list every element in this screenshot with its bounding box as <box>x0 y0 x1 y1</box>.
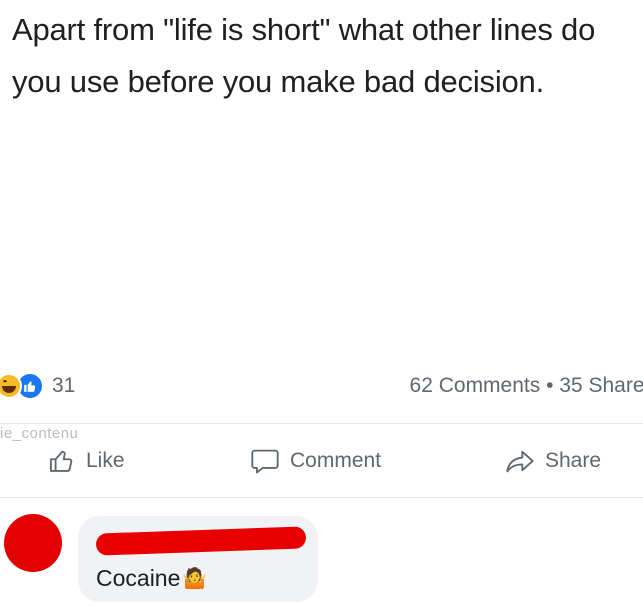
post-stats: 31 62 Comments • 35 Shares <box>0 366 643 406</box>
commenter-avatar[interactable] <box>4 514 62 572</box>
comment-bubble: Cocaine 🤷 <box>78 516 318 602</box>
comment-label: Comment <box>290 449 382 472</box>
actions-divider <box>0 497 643 498</box>
thumbs-up-icon <box>49 450 73 472</box>
comment-text: Cocaine 🤷 <box>96 565 207 592</box>
reactions-summary[interactable]: 31 <box>0 372 75 400</box>
like-label: Like <box>86 449 125 472</box>
share-button[interactable]: Share <box>505 447 601 475</box>
comment-icon <box>251 449 279 474</box>
comment-body: Cocaine <box>96 565 181 591</box>
action-bar: Like Comment Share <box>0 437 643 489</box>
comments-shares-count[interactable]: 62 Comments • 35 Shares <box>410 374 643 398</box>
share-label: Share <box>545 449 602 472</box>
comment-button[interactable]: Comment <box>250 447 381 475</box>
like-button[interactable]: Like <box>48 447 125 475</box>
comment-item: Cocaine 🤷 <box>0 500 643 606</box>
post-text: Apart from "life is short" what other li… <box>12 12 596 99</box>
share-arrow-icon <box>506 450 534 473</box>
reaction-count: 31 <box>52 374 76 397</box>
redacted-commenter-name <box>95 526 307 556</box>
stats-divider <box>0 423 643 424</box>
person-shrugging-emoji-icon: 🤷 <box>182 568 208 590</box>
